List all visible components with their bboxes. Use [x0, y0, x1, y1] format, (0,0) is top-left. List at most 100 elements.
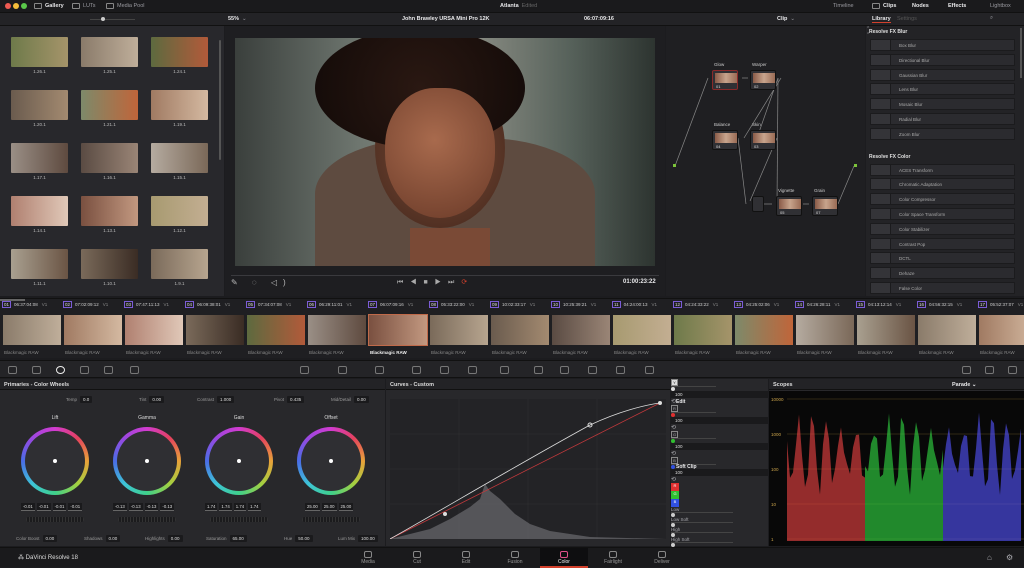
palette-tool-icon[interactable]: [8, 366, 17, 374]
color-wheel-lift[interactable]: [21, 427, 89, 495]
clip-item[interactable]: 01 06:37:04:08 V1 Blackmagic RAW: [2, 301, 62, 357]
reset-icon[interactable]: ⟲: [671, 424, 768, 431]
channel-value[interactable]: 100: [671, 443, 768, 450]
viewer-tools[interactable]: ✎ ◌ ◁): [231, 278, 292, 287]
wheel-value[interactable]: -0.01: [52, 503, 67, 511]
soft-clip-g[interactable]: G: [671, 491, 679, 499]
library-section-title[interactable]: Resolve FX Blur: [869, 29, 907, 35]
soft-clip-slider[interactable]: [671, 512, 733, 513]
loop-icon[interactable]: ⟳: [461, 279, 474, 286]
curve-graph[interactable]: [390, 399, 666, 539]
still-size-slider[interactable]: [90, 17, 135, 21]
wheel-value[interactable]: -0.01: [68, 503, 83, 511]
library-item[interactable]: Box Blur: [870, 39, 1015, 51]
gallery-still[interactable]: [151, 90, 208, 120]
library-item[interactable]: Color Stabilizer: [870, 222, 1015, 235]
adjust-field[interactable]: Highlights 0.00: [145, 535, 183, 542]
channel-value[interactable]: 100: [671, 469, 768, 476]
clip-item[interactable]: 10 10:25:39:21 V1 Blackmagic RAW: [551, 301, 611, 357]
gallery-still[interactable]: [11, 143, 68, 173]
channel-value[interactable]: 100: [671, 417, 768, 424]
library-item[interactable]: Gaussian Blur: [870, 68, 1015, 81]
library-item[interactable]: Color Space Transform: [870, 208, 1015, 220]
channel-slider[interactable]: [671, 412, 716, 413]
minimize-window-button[interactable]: [13, 3, 19, 9]
gallery-still[interactable]: [81, 143, 138, 173]
palette-tool-icon[interactable]: [338, 366, 347, 374]
maximize-window-button[interactable]: [21, 3, 27, 9]
palette-tool-icon[interactable]: [560, 366, 569, 374]
library-item[interactable]: Zoom Blur: [870, 127, 1015, 140]
clip-item[interactable]: 13 04:25:02:06 V1 Blackmagic RAW: [734, 301, 794, 357]
home-icon[interactable]: ⌂: [987, 553, 992, 562]
gallery-still[interactable]: [11, 90, 68, 120]
field-value[interactable]: 65.00: [229, 535, 247, 542]
gallery-still[interactable]: [11, 196, 68, 226]
soft-clip-b[interactable]: B: [671, 499, 679, 507]
tab-timeline[interactable]: Timeline: [833, 3, 854, 9]
wheel-center-handle[interactable]: [237, 459, 241, 463]
adjust-field[interactable]: Hue 50.00: [284, 535, 313, 542]
palette-tool-icon[interactable]: [80, 366, 89, 374]
wheel-value[interactable]: -0.13: [113, 503, 127, 511]
transport-controls[interactable]: ⏮◀■▶⏭⟳: [397, 278, 474, 287]
palette-tool-icon[interactable]: [962, 366, 971, 374]
adjust-field[interactable]: Shadows 0.00: [84, 535, 121, 542]
adjust-field[interactable]: Color Boost 0.00: [16, 535, 58, 542]
palette-tool-icon[interactable]: [104, 366, 113, 374]
scrubber-bar[interactable]: [231, 275, 659, 276]
soft-clip-slider[interactable]: [671, 532, 733, 533]
palette-tool-icon[interactable]: [1008, 366, 1017, 374]
wheel-value[interactable]: 25.00: [321, 503, 337, 511]
palette-tool-icon[interactable]: [468, 366, 477, 374]
clip-item[interactable]: 04 06:09:38:01 V1 Blackmagic RAW: [185, 301, 245, 357]
pivot-field[interactable]: Pivot 0.435: [274, 396, 305, 403]
close-window-button[interactable]: [5, 3, 11, 9]
wheel-center-handle[interactable]: [53, 459, 57, 463]
node-balance[interactable]: 04: [712, 130, 738, 150]
clip-item[interactable]: 06 06:29:11:01 V1 Blackmagic RAW: [307, 301, 367, 357]
clip-item[interactable]: 02 07:02:09:12 V1 Blackmagic RAW: [63, 301, 123, 357]
library-item[interactable]: Lens Blur: [870, 83, 1015, 96]
library-item[interactable]: ACES Transform: [870, 163, 1015, 176]
node-grain[interactable]: 07: [812, 196, 838, 216]
wheel-value[interactable]: 25.00: [338, 503, 354, 511]
mid-detail-field[interactable]: Mid/Detail 0.00: [331, 396, 369, 403]
library-item[interactable]: DCTL: [870, 252, 1015, 265]
field-value[interactable]: 0.00: [42, 535, 58, 542]
clip-item[interactable]: 05 07:34:07:08 V1 Blackmagic RAW: [246, 301, 306, 357]
tab-gallery[interactable]: Gallery: [34, 3, 64, 9]
palette-tool-icon[interactable]: [440, 366, 449, 374]
wheel-value[interactable]: -0.01: [36, 503, 51, 511]
channel-toggle-r[interactable]: R: [671, 405, 678, 412]
timecode-display[interactable]: 06:07:09:16: [584, 16, 614, 22]
page-tab-color[interactable]: Color: [540, 548, 588, 568]
clip-item[interactable]: 16 04:56:32:15 V1 Blackmagic RAW: [917, 301, 977, 357]
color-wheel-gamma[interactable]: [113, 427, 181, 495]
channel-slider[interactable]: [671, 386, 716, 387]
tab-nodes[interactable]: Nodes: [912, 3, 929, 9]
node-mode-dropdown[interactable]: Clip ⌄: [777, 16, 795, 22]
library-item[interactable]: Radial Blur: [870, 113, 1015, 125]
color-wheel-offset[interactable]: [297, 427, 365, 495]
library-item[interactable]: Mosaic Blur: [870, 98, 1015, 111]
field-value[interactable]: 100.00: [358, 535, 378, 542]
node-glow[interactable]: 01: [712, 70, 738, 90]
palette-tool-icon[interactable]: [412, 366, 421, 374]
search-icon[interactable]: ⌕: [990, 15, 993, 22]
clip-item[interactable]: 07 06:07:09:16 V1 Blackmagic RAW: [368, 301, 428, 357]
wheel-value[interactable]: 1.74: [233, 503, 247, 511]
scope-mode-dropdown[interactable]: Parade ⌄: [952, 382, 977, 388]
gallery-still[interactable]: [151, 196, 208, 226]
tab-library[interactable]: Library: [872, 16, 891, 23]
palette-tool-icon[interactable]: [375, 366, 384, 374]
clip-item[interactable]: 09 10:02:33:17 V1 Blackmagic RAW: [490, 301, 550, 357]
field-value[interactable]: 0.00: [105, 535, 121, 542]
wheel-value[interactable]: -0.13: [128, 503, 143, 511]
contrast-field[interactable]: Contrast 1.000: [197, 396, 235, 403]
temp-field[interactable]: Temp 0.0: [66, 396, 93, 403]
gallery-still[interactable]: [81, 196, 138, 226]
library-item[interactable]: Chromatic Adaptation: [870, 178, 1015, 191]
channel-toggle-y[interactable]: Y: [671, 379, 678, 386]
wheel-center-handle[interactable]: [329, 459, 333, 463]
